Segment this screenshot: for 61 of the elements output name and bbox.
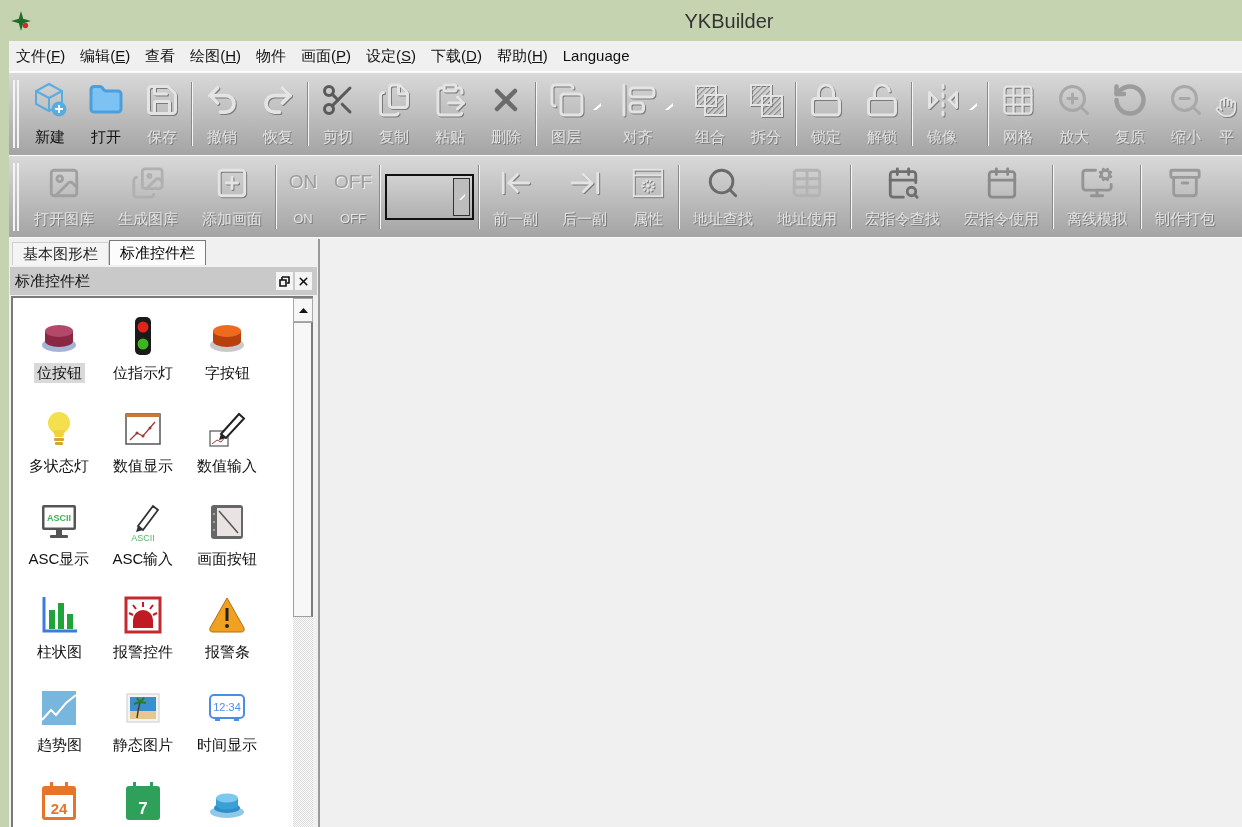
cube-plus-icon xyxy=(32,82,68,118)
toolbar-button[interactable]: 新建 xyxy=(22,73,78,155)
zoom-in-icon xyxy=(1056,82,1092,118)
menu-item[interactable]: 下载(D) xyxy=(431,46,482,66)
window-title: YKBuilder xyxy=(684,8,774,34)
table-icon xyxy=(790,166,824,200)
layers-icon xyxy=(549,82,585,118)
widget-tool-label[interactable]: 位指示灯 xyxy=(110,363,176,383)
hand-icon xyxy=(1215,96,1237,118)
menu-item[interactable]: 画面(P) xyxy=(301,46,352,66)
menu-item[interactable]: 编辑(E) xyxy=(80,46,131,66)
menu-item[interactable]: 帮助(H) xyxy=(496,46,548,66)
menu-item[interactable]: 设定(S) xyxy=(366,46,417,66)
toolbar-grip[interactable] xyxy=(13,80,19,148)
combo-box[interactable] xyxy=(385,173,474,220)
warning-icon xyxy=(207,595,247,635)
search-icon xyxy=(706,166,740,200)
widget-tool-label[interactable]: 数值显示 xyxy=(110,456,176,476)
widget-tool-label[interactable]: 画面按钮 xyxy=(194,549,260,569)
toolbar-button[interactable]: 打开 xyxy=(78,73,134,155)
close-icon xyxy=(297,274,310,288)
copy-icon xyxy=(376,82,412,118)
siren-icon xyxy=(123,595,163,635)
scrollbar-thumb[interactable] xyxy=(293,322,313,617)
menu-item[interactable]: Language xyxy=(562,46,630,66)
mirror-icon xyxy=(925,82,961,118)
lock-icon xyxy=(808,82,844,118)
widget-tool-label[interactable]: 报警控件 xyxy=(110,642,176,662)
grid-icon xyxy=(1000,82,1036,118)
scroll-up-button[interactable] xyxy=(293,298,313,322)
widget-tool-label[interactable]: 数值输入 xyxy=(194,456,260,476)
pictures-icon xyxy=(131,166,165,200)
float-button[interactable] xyxy=(276,272,293,290)
close-button[interactable] xyxy=(295,272,312,290)
group-squares-icon xyxy=(692,82,728,118)
trend-chart-icon xyxy=(39,688,79,728)
menu-item[interactable]: 绘图(H) xyxy=(190,46,242,66)
panel-title: 标准控件栏 xyxy=(15,271,91,291)
panel-tab[interactable]: 标准控件栏 xyxy=(109,240,206,265)
panel-tab[interactable]: 基本图形栏 xyxy=(12,242,109,265)
settings-window-icon xyxy=(631,166,665,200)
align-icon xyxy=(621,82,657,118)
widget-tool-label[interactable]: 位按钮 xyxy=(33,363,85,383)
menu-item[interactable]: 查看 xyxy=(145,46,176,66)
reset-icon xyxy=(1112,82,1148,118)
split-squares-icon xyxy=(748,82,784,118)
restore-window-icon xyxy=(279,275,290,287)
unlock-icon xyxy=(864,82,900,118)
widget-tool-label[interactable]: 静态图片 xyxy=(110,735,176,755)
add-square-icon xyxy=(215,166,249,200)
widget-tool-label[interactable]: 多状态灯 xyxy=(26,456,92,476)
menu-item[interactable]: 物件 xyxy=(256,46,287,66)
archive-icon xyxy=(1168,166,1202,200)
dropdown-caret-icon xyxy=(458,193,465,200)
up-triangle-icon xyxy=(298,307,308,313)
scrollbar[interactable] xyxy=(293,298,313,827)
toolbar-grip[interactable] xyxy=(13,162,19,231)
monitor-icon xyxy=(1080,166,1114,200)
zoom-out-icon xyxy=(1168,82,1204,118)
menu-item[interactable]: 文件(F) xyxy=(16,46,66,66)
picture-icon xyxy=(47,166,81,200)
